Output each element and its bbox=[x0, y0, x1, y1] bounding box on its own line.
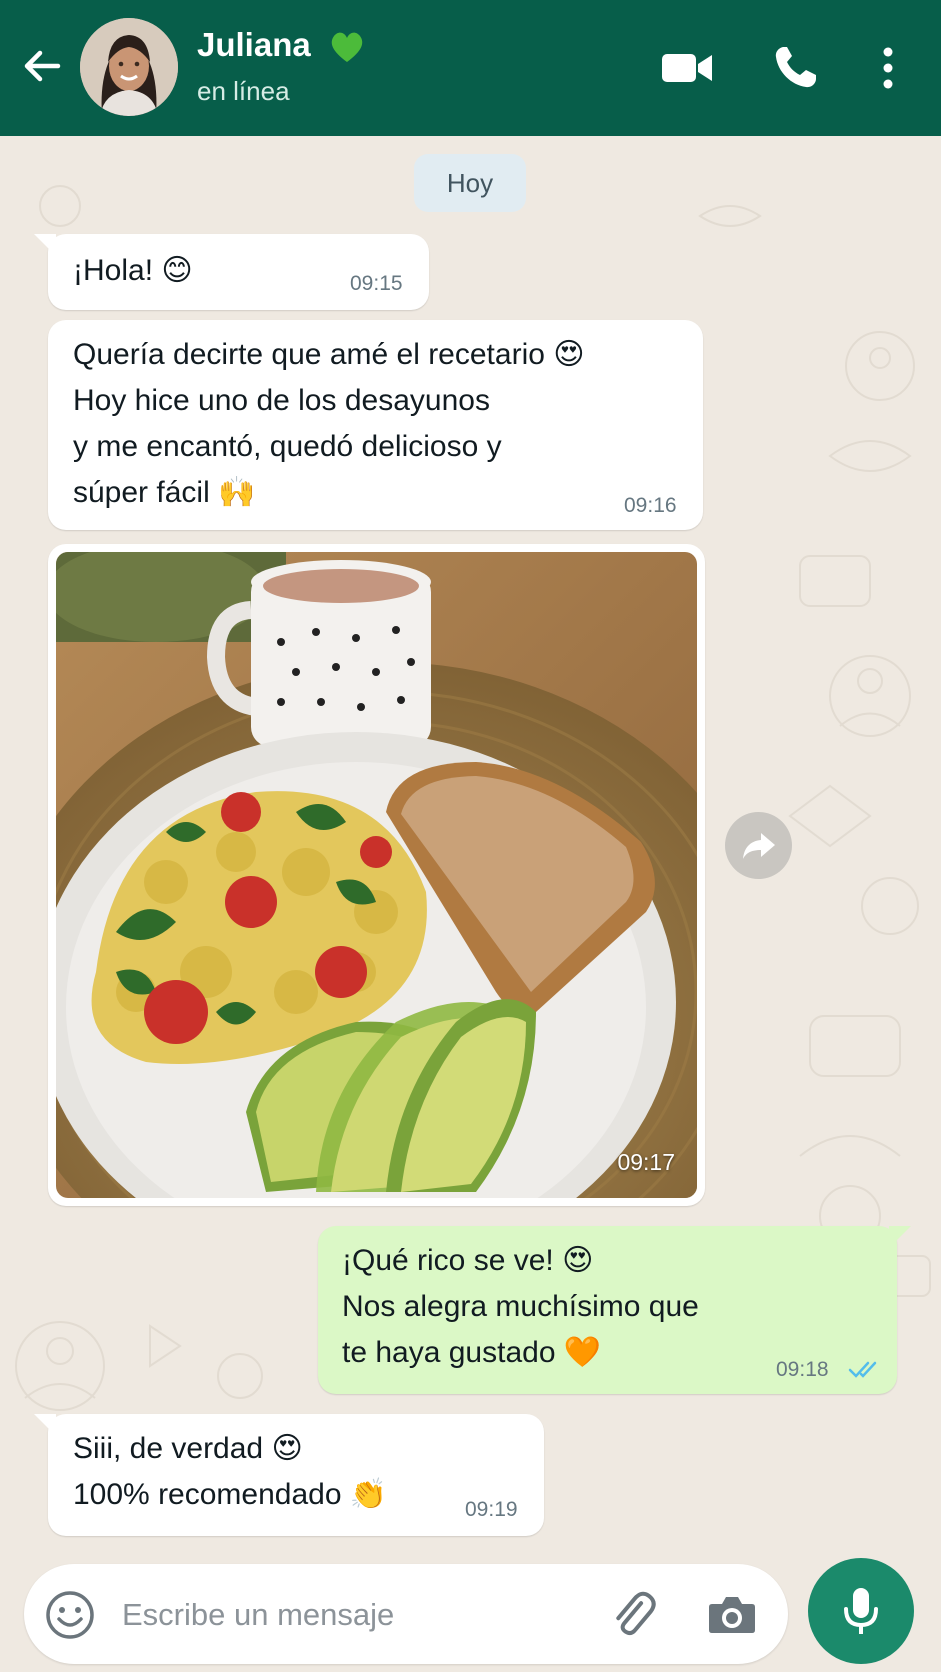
message-text: ¡Qué rico se ve! 😍 Nos alegra muchísimo … bbox=[342, 1244, 699, 1369]
message-time: 09:18 bbox=[776, 1358, 829, 1381]
contact-avatar[interactable] bbox=[80, 18, 178, 116]
camera-icon[interactable] bbox=[704, 1586, 760, 1642]
phone-icon[interactable] bbox=[766, 40, 826, 96]
message-time: 09:16 bbox=[624, 494, 677, 517]
back-arrow-icon[interactable] bbox=[20, 44, 64, 88]
image-message-bubble[interactable]: 09:17 bbox=[48, 544, 705, 1206]
paperclip-icon[interactable] bbox=[604, 1586, 660, 1642]
read-receipt-icon bbox=[848, 1361, 877, 1378]
chat-header: Juliana en línea bbox=[0, 0, 941, 136]
message-time: 09:15 bbox=[350, 272, 403, 295]
breakfast-photo[interactable]: 09:17 bbox=[56, 552, 697, 1198]
green-heart-icon bbox=[331, 32, 363, 62]
message-time: 09:19 bbox=[465, 1498, 518, 1521]
message-bubble-outgoing[interactable]: ¡Qué rico se ve! 😍 Nos alegra muchísimo … bbox=[318, 1226, 911, 1394]
contact-name[interactable]: Juliana bbox=[197, 26, 311, 64]
forward-button[interactable] bbox=[725, 812, 792, 879]
bubble-tail bbox=[889, 1226, 911, 1248]
video-call-icon[interactable] bbox=[657, 40, 717, 96]
message-bubble-incoming[interactable]: Siii, de verdad 😍 100% recomendado 👏 09:… bbox=[34, 1414, 544, 1536]
date-chip: Hoy bbox=[414, 154, 526, 212]
message-text: Siii, de verdad 😍 100% recomendado 👏 bbox=[73, 1432, 388, 1511]
message-text: ¡Hola! 😊 bbox=[73, 254, 193, 287]
contact-status: en línea bbox=[197, 76, 290, 106]
message-bubble-incoming[interactable]: ¡Hola! 😊 09:15 bbox=[34, 234, 429, 310]
message-bubble-incoming[interactable]: Quería decirte que amé el recetario 😍 Ho… bbox=[48, 320, 703, 530]
image-time: 09:17 bbox=[617, 1149, 675, 1175]
emoji-icon[interactable] bbox=[44, 1589, 96, 1641]
message-text: Quería decirte que amé el recetario 😍 Ho… bbox=[73, 338, 585, 509]
microphone-icon bbox=[844, 1588, 878, 1634]
forward-arrow-icon bbox=[742, 832, 775, 859]
message-composer bbox=[24, 1564, 788, 1664]
bubble-tail bbox=[34, 1414, 56, 1436]
more-options-icon[interactable] bbox=[868, 40, 908, 96]
message-input[interactable] bbox=[120, 1584, 604, 1646]
microphone-button[interactable] bbox=[808, 1558, 914, 1664]
bubble-tail bbox=[34, 234, 56, 256]
